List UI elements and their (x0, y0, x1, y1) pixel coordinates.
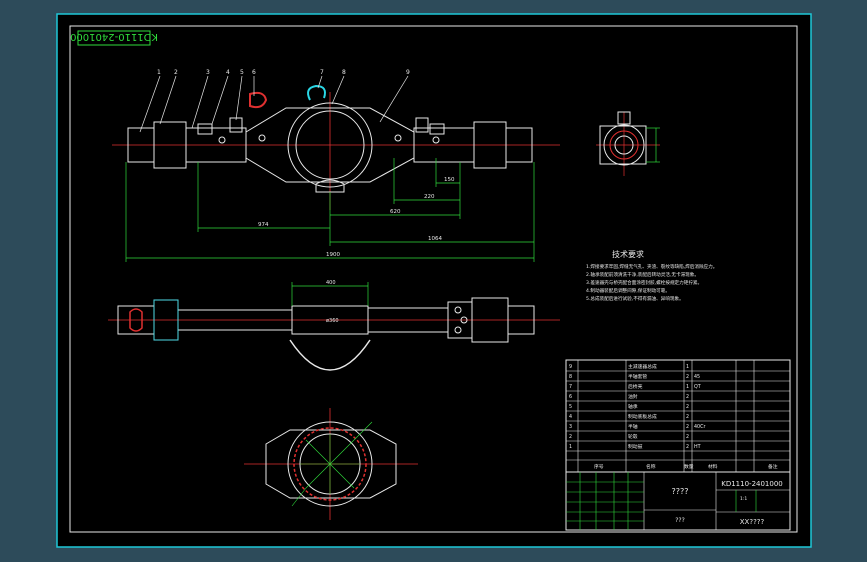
part-row-name: 后桥壳 (628, 383, 643, 390)
part-row-name: 轴承 (628, 403, 638, 410)
balloon-7: 7 (320, 69, 324, 76)
part-row-name: 制动底板总成 (628, 413, 657, 420)
part-row-no: 3 (569, 424, 572, 430)
part-row-qty: 2 (686, 394, 689, 400)
stamp-text: KD1110-2401000 (70, 31, 158, 42)
title-org: ??? (675, 517, 685, 524)
header-remark: 备注 (768, 463, 778, 470)
tech-req-line-4: 4.制动器装配后调整间隙,保证制动可靠。 (586, 287, 670, 294)
part-row-no: 9 (569, 364, 572, 370)
title-name: ???? (672, 487, 689, 496)
balloon-5: 5 (240, 69, 244, 76)
title-unit: XX???? (740, 518, 765, 526)
part-row-name: 制动鼓 (628, 443, 643, 450)
part-row-no: 4 (569, 414, 572, 420)
part-row-qty: 1 (686, 384, 689, 390)
tech-req-line-3: 3.差速器壳与桥壳配合面涂密封胶,螺栓按规定力矩拧紧。 (586, 279, 702, 286)
tech-req-line-5: 5.总成装配后进行试验,不得有漏油、异响现象。 (586, 295, 684, 302)
part-row-name: 主减速器总成 (628, 363, 657, 370)
part-row-name: 半轴 (628, 423, 638, 430)
section-dim-bowl: ø360 (326, 318, 339, 324)
part-row-material: HT (694, 444, 701, 450)
cad-drawing-canvas: KD1110-2401000 1 2 3 4 5 6 7 8 9 1900 97… (56, 13, 812, 548)
dim-overall: 1900 (326, 252, 340, 258)
part-row-qty: 2 (686, 434, 689, 440)
tech-req-heading: 技术要求 (612, 249, 644, 259)
balloon-8: 8 (342, 69, 346, 76)
balloon-4: 4 (226, 69, 230, 76)
balloon-1: 1 (157, 69, 161, 76)
balloon-2: 2 (174, 69, 178, 76)
part-row-no: 2 (569, 434, 572, 440)
part-row-name: 轮毂 (628, 433, 638, 440)
drawing-number-stamp: KD1110-2401000 (70, 30, 158, 46)
part-row-qty: 2 (686, 374, 689, 380)
header-material: 材料 (708, 463, 718, 470)
section-dim-width: 400 (326, 280, 336, 286)
dim-right: 1064 (428, 236, 442, 242)
part-row-qty: 2 (686, 424, 689, 430)
title-drawing-number: KD1110-2401000 (721, 480, 783, 488)
header-no: 序号 (594, 463, 604, 470)
part-row-material: 45 (694, 374, 700, 380)
part-row-no: 6 (569, 394, 572, 400)
part-row-qty: 2 (686, 404, 689, 410)
part-row-name: 半轴套管 (628, 373, 647, 380)
part-row-name: 油封 (628, 393, 638, 400)
dim-flange: 620 (390, 209, 401, 215)
title-scale: 1:1 (740, 496, 747, 502)
part-row-no: 8 (569, 374, 572, 380)
balloon-3: 3 (206, 69, 210, 76)
part-row-material: QT (694, 384, 701, 390)
part-row-material: 40Cr (694, 424, 705, 430)
part-row-no: 7 (569, 384, 572, 390)
tech-req-line-1: 1.焊接要求牢固,焊缝无气孔、夹渣、裂纹等缺陷,焊后消除应力。 (586, 263, 717, 270)
part-row-qty: 2 (686, 414, 689, 420)
part-row-no: 1 (569, 444, 572, 450)
header-qty: 数量 (684, 463, 694, 470)
part-row-qty: 2 (686, 444, 689, 450)
balloon-9: 9 (406, 69, 410, 76)
header-name: 名称 (646, 463, 656, 470)
dim-left: 974 (258, 222, 269, 228)
tech-req-line-2: 2.轴承装配前须清洗干净,装配后转动灵活,无卡滞现象。 (586, 271, 699, 278)
dim-lug: 220 (424, 194, 435, 200)
part-row-no: 5 (569, 404, 572, 410)
balloon-6: 6 (252, 69, 256, 76)
dim-offset: 150 (444, 177, 455, 183)
part-row-qty: 1 (686, 364, 689, 370)
